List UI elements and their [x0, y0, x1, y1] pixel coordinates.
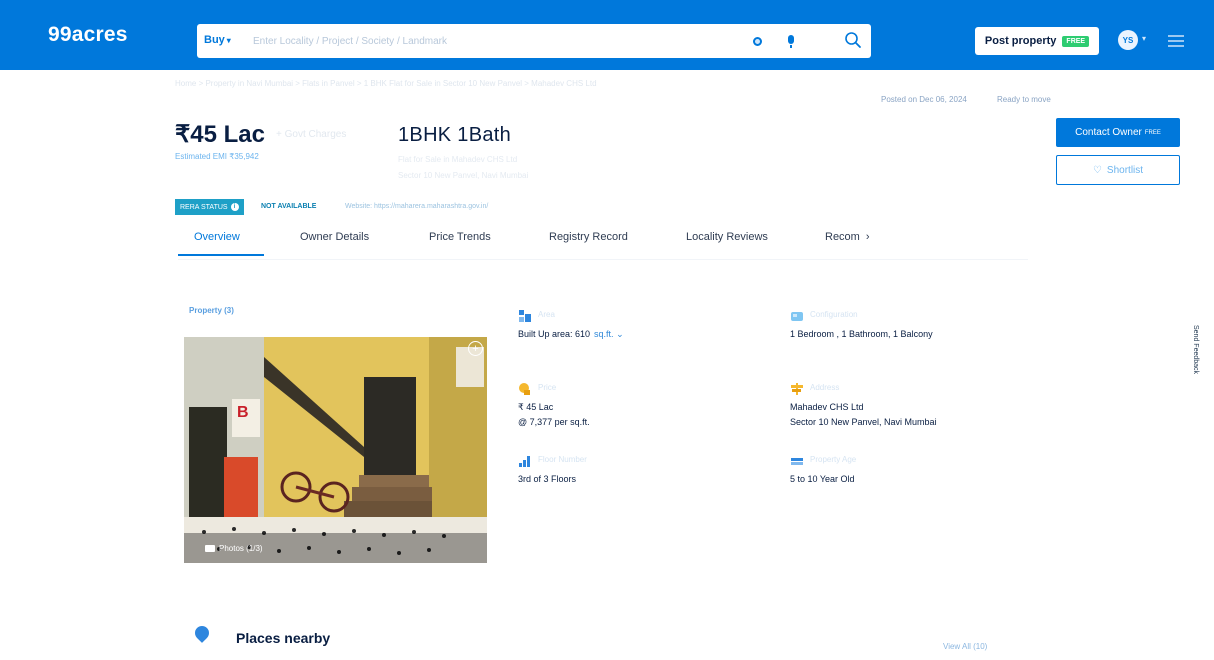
property-age-label: Property Age — [810, 455, 857, 464]
tab-divider — [178, 259, 1028, 260]
area-icon — [519, 310, 531, 322]
microphone-icon[interactable] — [788, 35, 794, 48]
shortlist-button[interactable]: ♡ Shortlist — [1056, 155, 1180, 185]
possession-status: Ready to move — [997, 95, 1051, 104]
signpost-icon — [791, 383, 803, 395]
tab-registry-record[interactable]: Registry Record — [549, 231, 628, 243]
post-property-button[interactable]: Post property FREE — [975, 27, 1099, 55]
chevron-down-icon: ⌄ — [616, 329, 624, 339]
property-age-value: 5 to 10 Year Old — [790, 474, 855, 484]
breadcrumb[interactable]: Home > Property in Navi Mumbai > Flats i… — [175, 79, 935, 88]
property-photo[interactable]: B — [184, 337, 487, 563]
chevron-right-icon[interactable]: › — [866, 231, 870, 243]
floor-value: 3rd of 3 Floors — [518, 474, 577, 484]
post-property-label: Post property — [984, 35, 1057, 47]
configuration-label: Configuration — [810, 310, 858, 319]
info-icon[interactable]: i — [230, 203, 239, 211]
price-tag-icon — [519, 383, 530, 395]
view-all-places-link[interactable]: View All (10) — [943, 642, 987, 651]
tab-overview[interactable]: Overview — [194, 231, 240, 243]
listing-location: Sector 10 New Panvel, Navi Mumbai — [398, 171, 529, 180]
location-icon[interactable] — [753, 37, 762, 46]
rera-status-badge: RERA STATUS i — [175, 199, 244, 215]
rera-value: NOT AVAILABLE — [261, 203, 317, 210]
zoom-in-icon[interactable]: + — [468, 341, 483, 356]
address-line-1: Mahadev CHS Ltd — [790, 402, 864, 412]
estimated-emi-link[interactable]: Estimated EMI ₹35,942 — [175, 152, 259, 161]
top-nav-bar: 99acres Buy▾ Post property FREE YS ▾ — [0, 0, 1214, 70]
search-icon[interactable] — [843, 30, 863, 50]
building-age-icon — [791, 458, 803, 465]
listing-configuration: 1BHK 1Bath — [398, 124, 512, 146]
bed-icon — [791, 312, 803, 321]
total-price: ₹ 45 Lac — [518, 402, 554, 412]
search-input[interactable] — [251, 29, 731, 53]
chevron-down-icon: ▾ — [226, 36, 231, 45]
search-bar[interactable]: Buy ▾ — [197, 24, 871, 58]
property-photo-image: B — [184, 337, 487, 563]
chevron-down-icon[interactable]: ▾ — [1142, 34, 1146, 43]
property-media-label[interactable]: Property (3) — [189, 306, 234, 315]
photos-counter-label: Photos (1/3) — [219, 544, 263, 553]
tab-recommendations[interactable]: Recom › — [825, 231, 870, 243]
site-logo[interactable]: 99acres — [48, 23, 128, 47]
contact-owner-label: Contact Owner — [1075, 127, 1142, 138]
price-value: ₹ 45 Lac @ 7,377 per sq.ft. — [518, 400, 590, 430]
hamburger-menu-icon[interactable] — [1168, 35, 1184, 47]
free-badge: FREE — [1144, 129, 1161, 136]
buy-dropdown[interactable]: Buy ▾ — [204, 34, 231, 46]
tab-recommendations-label: Recom — [825, 231, 860, 243]
tab-price-trends[interactable]: Price Trends — [429, 231, 491, 243]
tab-locality-reviews[interactable]: Locality Reviews — [686, 231, 768, 243]
area-value: Built Up area: 610 sq.ft. ⌄ — [518, 327, 624, 342]
rera-website[interactable]: Website: https://maharera.maharashtra.go… — [345, 203, 488, 210]
price-charges-note: + Govt Charges — [276, 129, 347, 140]
area-unit-dropdown[interactable]: sq.ft. ⌄ — [594, 329, 624, 339]
built-up-area: Built Up area: 610 — [518, 329, 591, 339]
area-label: Area — [538, 310, 555, 319]
svg-text:B: B — [237, 404, 249, 421]
contact-owner-button[interactable]: Contact Owner FREE — [1056, 118, 1180, 147]
tab-owner-details[interactable]: Owner Details — [300, 231, 369, 243]
posted-date: Posted on Dec 06, 2024 — [881, 95, 967, 104]
buy-label: Buy — [204, 34, 225, 46]
free-badge: FREE — [1062, 35, 1090, 47]
rera-status-label: RERA STATUS — [180, 203, 228, 211]
location-pin-icon — [192, 623, 212, 643]
address-label: Address — [810, 383, 840, 392]
send-feedback-tab[interactable]: Send Feedback — [1192, 325, 1199, 374]
configuration-value: 1 Bedroom , 1 Bathroom, 1 Balcony — [790, 329, 933, 339]
area-unit-label: sq.ft. — [594, 329, 614, 339]
address-value: Mahadev CHS Ltd Sector 10 New Panvel, Nav… — [790, 400, 937, 430]
active-tab-indicator — [178, 254, 264, 256]
listing-price: ₹45 Lac — [175, 121, 265, 148]
shortlist-label: Shortlist — [1106, 164, 1144, 176]
floor-label: Floor Number — [538, 455, 587, 464]
address-line-2: Sector 10 New Panvel, Navi Mumbai — [790, 417, 937, 427]
heart-icon: ♡ — [1092, 164, 1102, 176]
price-per-sqft: @ 7,377 per sq.ft. — [518, 417, 590, 427]
floor-stairs-icon — [519, 456, 530, 467]
photos-counter[interactable]: Photos (1/3) — [205, 544, 263, 553]
places-nearby-heading: Places nearby — [236, 630, 331, 646]
price-label: Price — [538, 383, 557, 392]
photo-gallery-icon — [205, 545, 215, 552]
avatar[interactable]: YS — [1118, 30, 1138, 50]
listing-subtitle: Flat for Sale in Mahadev CHS Ltd — [398, 155, 518, 164]
